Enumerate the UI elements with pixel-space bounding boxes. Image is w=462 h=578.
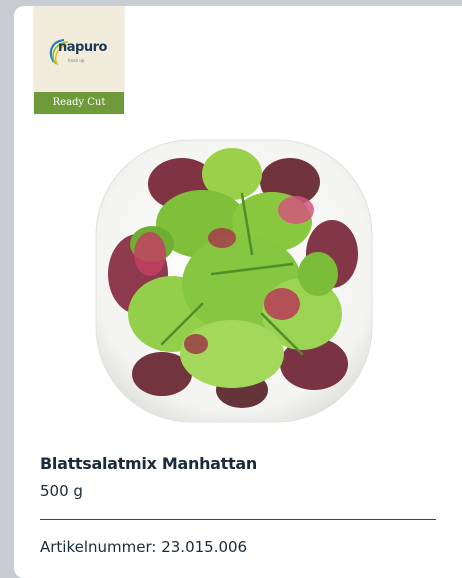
product-name: Blattsalatmix Manhattan (40, 454, 257, 473)
article-number: Artikelnummer: 23.015.006 (40, 538, 248, 556)
divider (40, 519, 436, 520)
product-weight: 500 g (40, 482, 83, 500)
brand-logo-text: napuro (58, 40, 107, 55)
brand-badge: napuro fresh up Ready Cut (34, 6, 124, 114)
salad-plate-image (95, 139, 373, 423)
product-card[interactable]: napuro fresh up Ready Cut Blattsalatmix … (14, 6, 462, 578)
ready-cut-tag: Ready Cut (34, 92, 124, 114)
brand-logo-subtext: fresh up (68, 58, 85, 63)
